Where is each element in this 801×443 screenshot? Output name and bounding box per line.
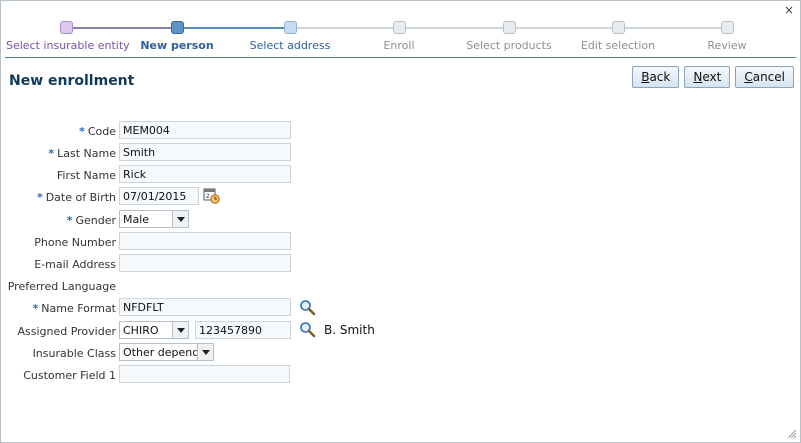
back-rest: ack <box>649 70 671 84</box>
close-icon[interactable]: × <box>784 3 794 17</box>
cancel-mnemonic: C <box>744 70 753 84</box>
step-label: Select products <box>466 39 552 52</box>
dropdown-arrow-icon[interactable] <box>197 344 213 360</box>
phone-label: Phone Number <box>34 235 116 249</box>
provider-id-field[interactable]: 123457890 <box>195 321 291 339</box>
first-name-label: First Name <box>56 168 116 182</box>
dropdown-arrow-icon[interactable] <box>172 322 188 338</box>
enrollment-dialog: × Select insurable entity New person Sel… <box>0 0 801 443</box>
navigation-buttons: Back Next Cancel <box>632 66 794 88</box>
customer-field-1-label: Customer Field 1 <box>23 368 116 382</box>
required-marker: * <box>32 301 39 315</box>
next-button[interactable]: Next <box>684 66 731 88</box>
next-rest: ext <box>702 70 722 84</box>
provider-name: B. Smith <box>324 323 375 337</box>
insurable-class-select[interactable]: Other depende <box>119 343 214 361</box>
svg-text:2: 2 <box>206 193 210 200</box>
step-label: Review <box>707 39 747 52</box>
first-name-field[interactable]: Rick <box>119 165 291 183</box>
step-node <box>392 21 406 34</box>
step-node <box>720 21 734 34</box>
gender-label: * Gender <box>1 214 116 227</box>
step-node <box>283 21 297 34</box>
last-name-field[interactable]: Smith <box>119 143 291 161</box>
provider-label: Assigned Provider <box>17 324 116 338</box>
name-format-label-text: Name Format <box>41 301 116 315</box>
step-select-products: Select products <box>449 19 569 52</box>
step-node <box>502 21 516 34</box>
gender-label-text: Gender <box>75 213 116 227</box>
cancel-button[interactable]: Cancel <box>735 66 794 88</box>
required-marker: * <box>36 190 43 204</box>
resize-grip-icon[interactable] <box>787 429 797 439</box>
last-name-label-text: Last Name <box>57 146 116 160</box>
gender-select[interactable]: Male <box>119 210 189 228</box>
dob-label-text: Date of Birth <box>45 190 116 204</box>
header-divider <box>5 57 796 58</box>
name-format-label: * Name Format <box>1 302 116 315</box>
last-name-label: * Last Name <box>1 147 116 160</box>
dob-field[interactable]: 07/01/2015 <box>119 187 199 205</box>
insurable-class-label: Insurable Class <box>32 346 116 360</box>
step-label: Select insurable entity <box>6 39 130 52</box>
code-label: * Code <box>1 125 116 138</box>
code-label-text: Code <box>87 124 116 138</box>
step-edit-selection: Edit selection <box>558 19 678 52</box>
cancel-rest: ancel <box>752 70 785 84</box>
code-field[interactable]: MEM004 <box>119 121 291 139</box>
customer-field-1-input[interactable] <box>119 365 290 383</box>
step-review: Review <box>667 19 787 52</box>
gender-value: Male <box>123 212 150 226</box>
page-title: New enrollment <box>9 73 135 89</box>
name-format-field[interactable]: NFDFLT <box>119 298 291 316</box>
provider-type-value: CHIRO <box>123 323 159 337</box>
insurable-class-value: Other depende <box>123 345 206 359</box>
step-node <box>59 21 73 34</box>
back-button[interactable]: Back <box>632 66 680 88</box>
step-train: Select insurable entity New person Selec… <box>1 19 801 59</box>
calendar-icon[interactable]: 2 <box>203 187 220 207</box>
email-label: E-mail Address <box>34 257 116 271</box>
email-field[interactable] <box>119 254 291 272</box>
step-new-person: New person <box>117 19 237 52</box>
search-icon[interactable] <box>299 299 316 319</box>
next-mnemonic: N <box>693 70 703 84</box>
step-enroll: Enroll <box>339 19 459 52</box>
step-label: Enroll <box>383 39 415 52</box>
dropdown-arrow-icon[interactable] <box>172 211 188 227</box>
step-node <box>611 21 625 34</box>
step-node <box>170 21 184 34</box>
phone-field[interactable] <box>119 232 291 250</box>
provider-type-select[interactable]: CHIRO <box>119 321 189 339</box>
back-mnemonic: B <box>641 70 650 84</box>
required-marker: * <box>66 213 73 227</box>
step-select-insurable-entity[interactable]: Select insurable entity <box>6 19 130 52</box>
step-label: Edit selection <box>580 39 656 52</box>
step-select-address[interactable]: Select address <box>230 19 350 52</box>
step-label: Select address <box>249 39 331 52</box>
search-icon[interactable] <box>299 321 316 341</box>
language-label: Preferred Language <box>7 279 116 293</box>
dob-label: * Date of Birth <box>1 191 116 204</box>
step-label: New person <box>140 39 214 52</box>
required-marker: * <box>79 124 85 138</box>
required-marker: * <box>48 146 55 160</box>
